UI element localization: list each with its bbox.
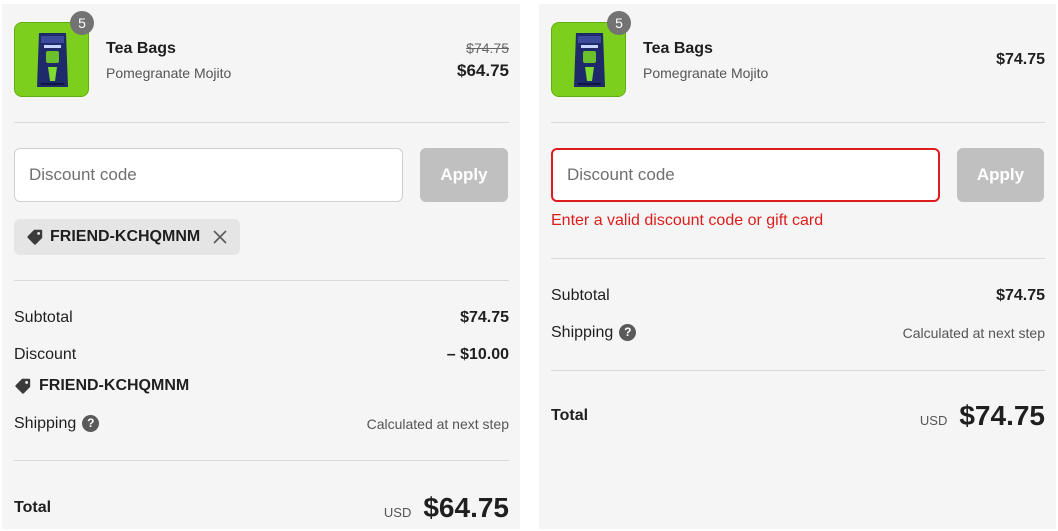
shipping-row: Shipping? Calculated at next step: [14, 415, 509, 433]
discount-row: Discount – $10.00: [14, 346, 509, 364]
quantity-badge: 5: [70, 11, 94, 35]
total-amount: $64.75: [423, 492, 509, 523]
applied-discount-tag: FRIEND-KCHQMNM: [14, 219, 241, 255]
discount-code-label: FRIEND-KCHQMNM: [39, 377, 190, 394]
total-label: Total: [551, 407, 589, 424]
divider: [14, 460, 509, 461]
divider: [551, 122, 1045, 123]
shipping-label: Shipping: [14, 415, 77, 432]
total-value-group: USD $74.75: [920, 400, 1045, 432]
shipping-label: Shipping: [551, 324, 614, 341]
subtotal-row: Subtotal $74.75: [551, 287, 1045, 305]
divider: [14, 280, 509, 281]
compare-at-price: $74.75: [466, 40, 509, 56]
discount-value: – $10.00: [446, 346, 509, 363]
subtotal-value: $74.75: [996, 287, 1045, 304]
discount-code-input[interactable]: [14, 148, 403, 202]
quantity-badge: 5: [607, 11, 631, 35]
apply-button[interactable]: Apply: [957, 148, 1044, 202]
shipping-value: Calculated at next step: [366, 416, 509, 432]
divider: [551, 258, 1045, 259]
question-circle-icon[interactable]: ?: [82, 415, 100, 432]
total-row: Total USD $74.75: [551, 400, 1045, 432]
total-label: Total: [14, 499, 52, 516]
total-row: Total USD $64.75: [14, 492, 509, 524]
item-name: Tea Bags: [106, 40, 176, 57]
discount-code-input[interactable]: [551, 148, 940, 202]
apply-button[interactable]: Apply: [420, 148, 508, 202]
total-amount: $74.75: [959, 400, 1045, 431]
subtotal-label: Subtotal: [14, 309, 73, 326]
subtotal-row: Subtotal $74.75: [14, 309, 509, 327]
total-value-group: USD $64.75: [384, 492, 509, 524]
item-price: $64.75: [457, 61, 509, 80]
divider: [14, 122, 509, 123]
item-name: Tea Bags: [643, 40, 713, 57]
item-variant: Pomegranate Mojito: [106, 65, 232, 81]
item-variant: Pomegranate Mojito: [643, 65, 769, 81]
line-item: 5 Tea Bags Pomegranate Mojito $74.75: [551, 4, 1045, 114]
item-price: $74.75: [996, 51, 1045, 68]
line-item: 5 Tea Bags Pomegranate Mojito $74.75 $64…: [14, 4, 509, 114]
discount-label: Discount: [14, 346, 77, 363]
tag-icon: [27, 229, 43, 245]
subtotal-value: $74.75: [460, 309, 509, 326]
order-summary-discount-error: 5 Tea Bags Pomegranate Mojito $74.75 App…: [539, 4, 1056, 529]
shipping-label-wrap: Shipping?: [551, 324, 637, 342]
subtotal-label: Subtotal: [551, 287, 610, 304]
order-summary-discount-applied: 5 Tea Bags Pomegranate Mojito $74.75 $64…: [2, 4, 520, 529]
currency-code: USD: [383, 505, 412, 520]
question-circle-icon[interactable]: ?: [619, 324, 637, 341]
close-icon[interactable]: [212, 229, 228, 245]
tag-icon: [15, 378, 31, 394]
shipping-value: Calculated at next step: [902, 325, 1045, 341]
applied-code-label: FRIEND-KCHQMNM: [50, 228, 201, 245]
currency-code: USD: [919, 413, 948, 428]
divider: [551, 370, 1045, 371]
shipping-label-wrap: Shipping?: [14, 415, 100, 433]
discount-code-line: FRIEND-KCHQMNM: [14, 377, 189, 395]
discount-error-message: Enter a valid discount code or gift card: [551, 212, 824, 229]
shipping-row: Shipping? Calculated at next step: [551, 324, 1045, 342]
